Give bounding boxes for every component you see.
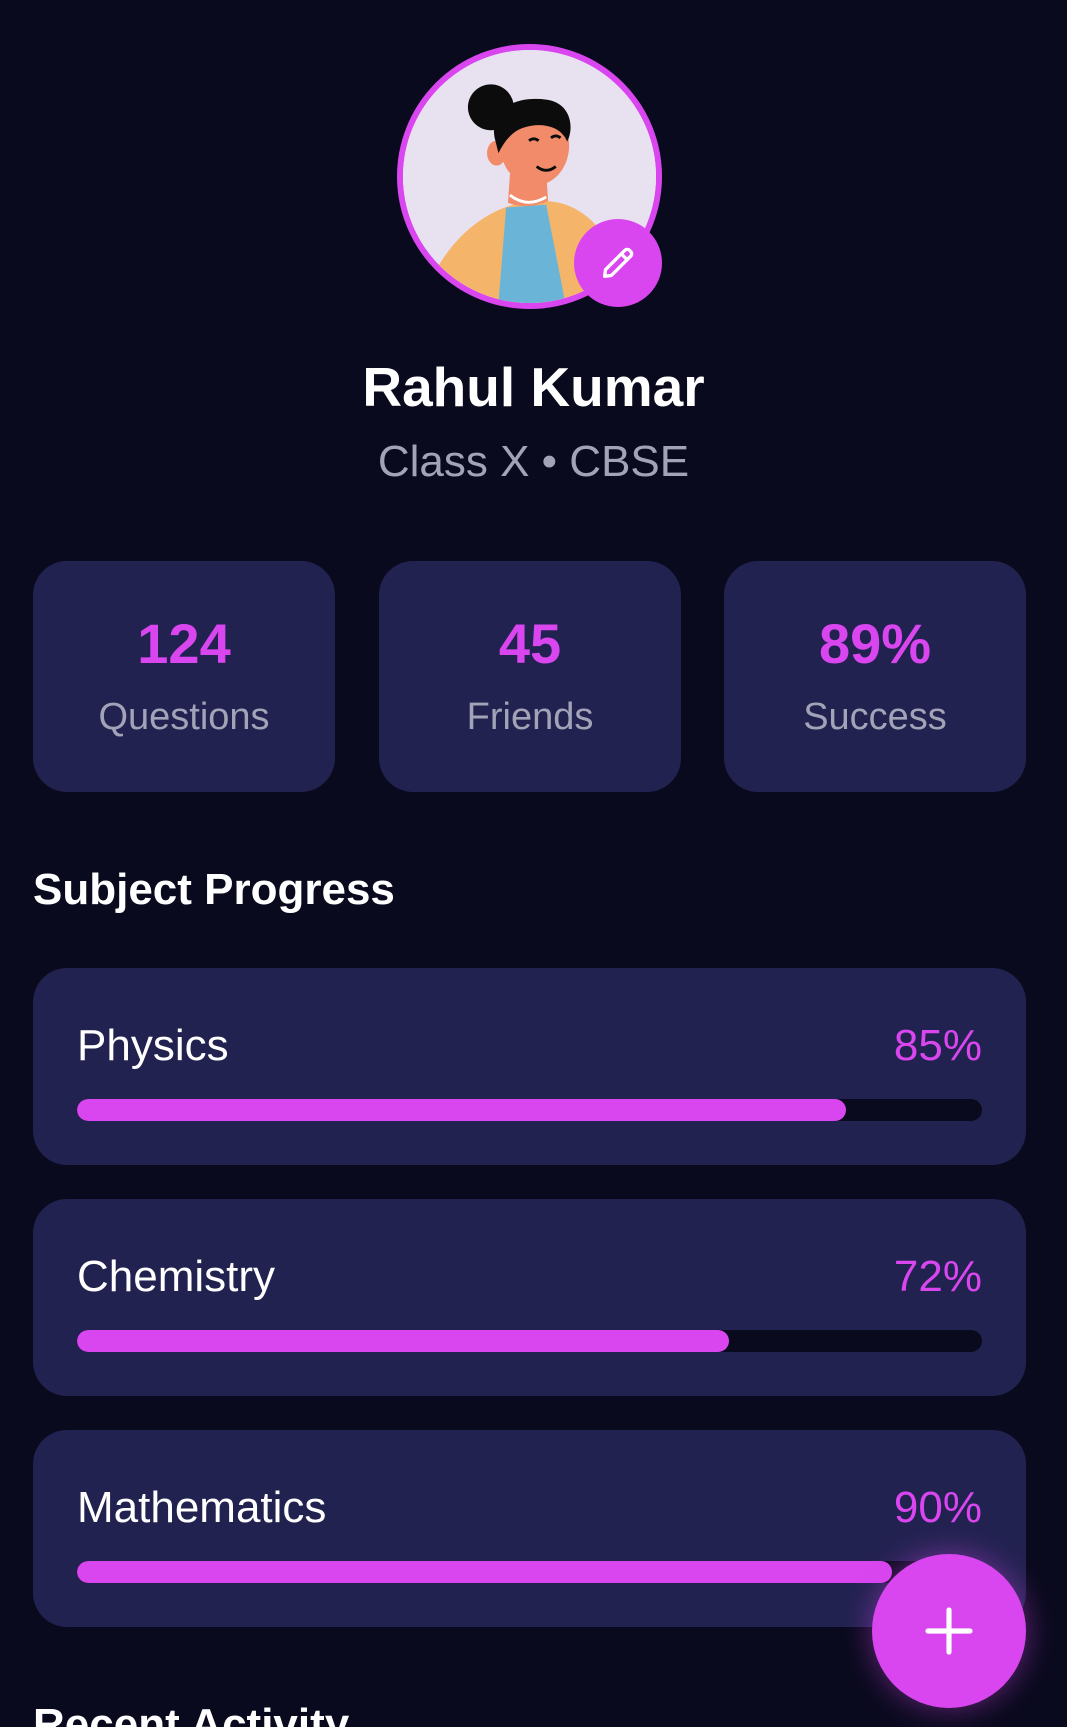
subject-percent: 90% — [893, 1483, 982, 1532]
subject-card-physics[interactable]: Physics 85% — [33, 968, 1026, 1165]
progress-track — [77, 1099, 982, 1121]
stat-value: 124 — [137, 612, 231, 675]
profile-name: Rahul Kumar — [362, 356, 705, 418]
subject-name: Chemistry — [77, 1252, 276, 1301]
progress-track — [77, 1561, 982, 1583]
progress-fill — [77, 1099, 847, 1121]
section-title-subject-progress: Subject Progress — [33, 865, 395, 914]
stat-card-success[interactable]: 89% Success — [724, 561, 1026, 792]
progress-fill — [77, 1561, 892, 1583]
subject-name: Physics — [77, 1021, 229, 1070]
progress-fill — [77, 1330, 729, 1352]
subject-percent: 85% — [893, 1021, 982, 1070]
add-button[interactable] — [872, 1554, 1026, 1708]
stat-value: 89% — [818, 612, 932, 675]
pencil-icon — [603, 247, 634, 278]
avatar-container — [397, 44, 662, 309]
stat-card-questions[interactable]: 124 Questions — [33, 561, 335, 792]
subject-card-chemistry[interactable]: Chemistry 72% — [33, 1199, 1026, 1396]
stat-card-friends[interactable]: 45 Friends — [379, 561, 681, 792]
progress-track — [77, 1330, 982, 1352]
profile-class-board: Class X • CBSE — [377, 437, 690, 486]
subject-percent: 72% — [893, 1252, 982, 1301]
plus-icon — [925, 1607, 973, 1655]
edit-avatar-button[interactable] — [574, 219, 662, 307]
stat-value: 45 — [498, 612, 562, 675]
section-title-recent-activity: Recent Activity — [33, 1700, 350, 1727]
stat-label: Questions — [98, 696, 270, 738]
stat-label: Friends — [466, 696, 594, 738]
stat-label: Success — [803, 696, 947, 738]
subject-name: Mathematics — [77, 1483, 327, 1532]
profile-screen: Rahul Kumar Class X • CBSE 124 Questions… — [0, 0, 1067, 1727]
subject-card-mathematics[interactable]: Mathematics 90% — [33, 1430, 1026, 1627]
